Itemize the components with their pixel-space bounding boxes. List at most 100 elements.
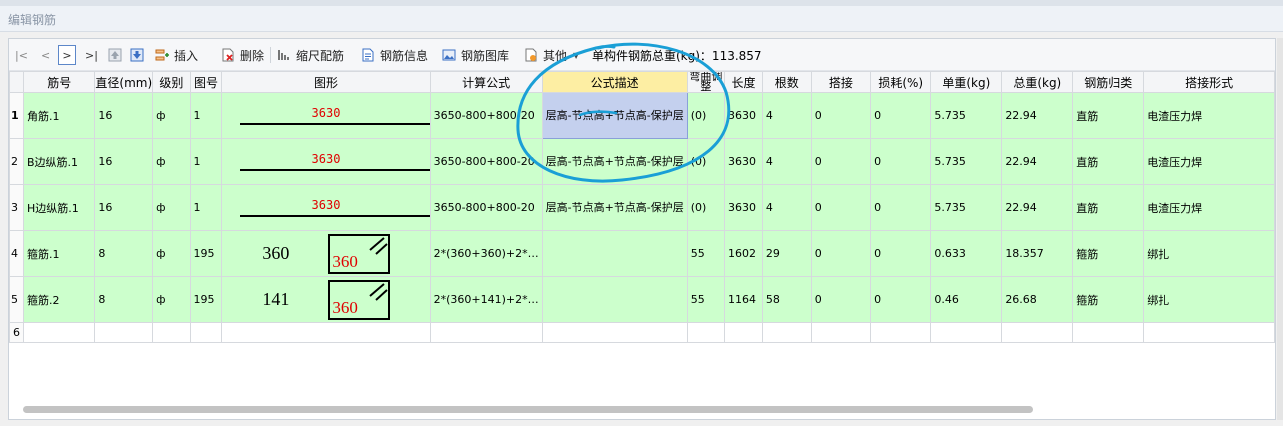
cell-category[interactable]: 直筋 [1072,138,1145,185]
table-row[interactable]: 2 B边纵筋.1 16 ф 1 3630 3650-800+800-20 层高-… [9,138,1275,185]
cell-unit-weight[interactable]: 5.735 [930,138,1003,185]
cell-length[interactable]: 3630 [724,138,763,185]
col-header-figure-no[interactable]: 图号 [189,71,223,93]
cell-lap-type[interactable]: 电渣压力焊 [1143,184,1275,231]
rebar-info-button[interactable]: 钢筋信息 [361,45,428,65]
cell-length[interactable]: 1602 [724,230,763,277]
col-header-lap[interactable]: 搭接 [810,71,872,93]
cell-loss[interactable]: 0 [870,92,932,139]
cell-count[interactable]: 29 [761,230,812,277]
cell-lap-type[interactable]: 电渣压力焊 [1143,138,1275,185]
cell-bar-no[interactable]: B边纵筋.1 [22,138,96,185]
cell-figure-no[interactable]: 1 [189,138,223,185]
cell-category[interactable]: 直筋 [1072,184,1145,231]
col-header-grade[interactable]: 级别 [152,71,191,93]
cell-formula-desc[interactable] [541,230,688,277]
row-number[interactable]: 6 [9,322,24,343]
cell-category[interactable]: 箍筋 [1072,230,1145,277]
row-number[interactable]: 2 [9,138,24,185]
empty-cell[interactable] [221,322,431,343]
cell-length[interactable]: 3630 [724,92,763,139]
cell-shape[interactable]: 360 360 [221,230,431,277]
cell-formula[interactable]: 3650-800+800-20 [429,138,543,185]
row-number[interactable]: 3 [9,184,24,231]
cell-unit-weight[interactable]: 0.633 [930,230,1003,277]
cell-figure-no[interactable]: 195 [189,230,223,277]
table-row[interactable]: 5 箍筋.2 8 ф 195 141 360 2*(360+141)+2*… 5… [9,276,1275,323]
cell-diameter[interactable]: 8 [94,276,154,323]
empty-cell[interactable] [189,322,223,343]
cell-grade[interactable]: ф [152,92,191,139]
cell-diameter[interactable]: 16 [94,92,154,139]
cell-formula[interactable]: 3650-800+800-20 [429,92,543,139]
cell-count[interactable]: 4 [761,138,812,185]
next-record-button[interactable]: > [58,45,76,65]
cell-lap[interactable]: 0 [810,138,872,185]
col-header-lap-type[interactable]: 搭接形式 [1143,71,1275,93]
cell-bar-no[interactable]: H边纵筋.1 [22,184,96,231]
cell-formula[interactable]: 3650-800+800-20 [429,184,543,231]
cell-bend-adjust[interactable]: (0) [686,184,726,231]
cell-formula-desc[interactable]: 层高-节点高+节点高-保护层 [541,138,688,185]
cell-diameter[interactable]: 16 [94,184,154,231]
cell-unit-weight[interactable]: 0.46 [930,276,1003,323]
col-header-length[interactable]: 长度 [724,71,763,93]
cell-figure-no[interactable]: 1 [189,184,223,231]
empty-cell[interactable] [761,322,812,343]
cell-total-weight[interactable]: 22.94 [1001,138,1074,185]
move-down-button[interactable] [130,45,149,65]
cell-total-weight[interactable]: 26.68 [1001,276,1074,323]
cell-lap-type[interactable]: 电渣压力焊 [1143,92,1275,139]
cell-loss[interactable]: 0 [870,138,932,185]
scrollbar-thumb[interactable] [23,406,1033,413]
cell-grade[interactable]: ф [152,276,191,323]
cell-shape[interactable]: 3630 [221,138,431,185]
prev-record-button[interactable]: < [41,45,50,65]
col-header-shape[interactable]: 图形 [221,71,431,93]
cell-figure-no[interactable]: 195 [189,276,223,323]
empty-cell[interactable] [930,322,1003,343]
cell-unit-weight[interactable]: 5.735 [930,184,1003,231]
cell-formula-desc[interactable]: 层高-节点高+节点高-保护层 [541,184,688,231]
col-header-unit-weight[interactable]: 单重(kg) [930,71,1003,93]
cell-lap[interactable]: 0 [810,92,872,139]
cell-bar-no[interactable]: 箍筋.1 [22,230,96,277]
other-menu-button[interactable]: 其他 ▼ [524,45,579,65]
col-header-loss[interactable]: 损耗(%) [870,71,932,93]
cell-bend-adjust[interactable]: 55 [686,230,726,277]
empty-cell[interactable] [94,322,154,343]
last-record-button[interactable]: >| [85,45,98,65]
col-header-diameter[interactable]: 直径(mm) [94,71,154,93]
scale-rebar-button[interactable]: 缩尺配筋 [277,45,344,65]
cell-length[interactable]: 3630 [724,184,763,231]
cell-grade[interactable]: ф [152,138,191,185]
row-number[interactable]: 1 [9,92,24,139]
cell-lap[interactable]: 0 [810,184,872,231]
first-record-button[interactable]: |< [15,45,28,65]
cell-bend-adjust[interactable]: (0) [686,92,726,139]
cell-grade[interactable]: ф [152,184,191,231]
empty-cell[interactable] [686,322,726,343]
col-header-count[interactable]: 根数 [761,71,812,93]
empty-cell[interactable] [541,322,688,343]
cell-lap[interactable]: 0 [810,276,872,323]
cell-diameter[interactable]: 8 [94,230,154,277]
cell-shape[interactable]: 141 360 [221,276,431,323]
row-number[interactable]: 5 [9,276,24,323]
col-header-total-weight[interactable]: 总重(kg) [1001,71,1074,93]
empty-cell[interactable] [870,322,932,343]
cell-category[interactable]: 箍筋 [1072,276,1145,323]
empty-cell[interactable] [1001,322,1074,343]
empty-cell[interactable] [724,322,763,343]
cell-shape[interactable]: 3630 [221,184,431,231]
insert-button[interactable]: 插入 [155,45,198,65]
horizontal-scrollbar[interactable] [13,405,1271,415]
cell-bend-adjust[interactable]: 55 [686,276,726,323]
col-header-category[interactable]: 钢筋归类 [1072,71,1145,93]
table-row[interactable]: 1 角筋.1 16 ф 1 3630 3650-800+800-20 层高-节点… [9,92,1275,139]
cell-count[interactable]: 4 [761,92,812,139]
col-header-bar-no[interactable]: 筋号 [22,71,96,93]
cell-total-weight[interactable]: 22.94 [1001,184,1074,231]
empty-cell[interactable] [1143,322,1275,343]
empty-cell[interactable] [810,322,872,343]
